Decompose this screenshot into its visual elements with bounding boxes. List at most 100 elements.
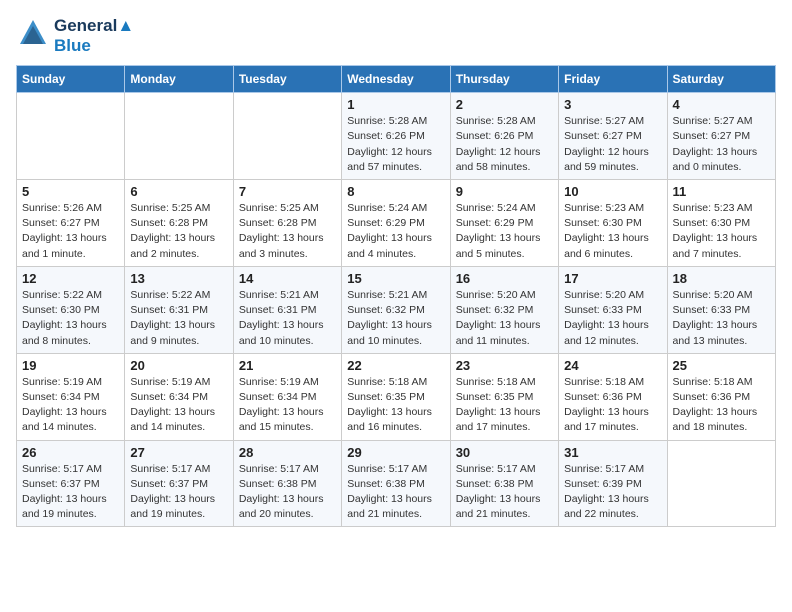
day-number: 31 [564,445,661,460]
day-info: Sunrise: 5:19 AMSunset: 6:34 PMDaylight:… [239,375,336,436]
week-row-3: 12Sunrise: 5:22 AMSunset: 6:30 PMDayligh… [17,266,776,353]
day-info: Sunrise: 5:17 AMSunset: 6:38 PMDaylight:… [239,462,336,523]
day-cell: 16 Sunrise: 5:20 AMSunset: 6:32 PMDayligh… [450,266,558,353]
day-number: 12 [22,271,119,286]
day-number: 14 [239,271,336,286]
day-cell: 2Sunrise: 5:28 AMSunset: 6:26 PMDaylight… [450,93,558,180]
day-info: Sunrise: 5:21 AMSunset: 6:32 PMDaylight:… [347,288,444,349]
day-number: 5 [22,184,119,199]
header-cell-tuesday: Tuesday [233,66,341,93]
header-cell-sunday: Sunday [17,66,125,93]
day-number: 16 [456,271,553,286]
day-info: Sunrise: 5:27 AMSunset: 6:27 PMDaylight:… [564,114,661,175]
week-row-5: 26Sunrise: 5:17 AMSunset: 6:37 PMDayligh… [17,440,776,527]
day-cell: 10Sunrise: 5:23 AMSunset: 6:30 PMDayligh… [559,179,667,266]
week-row-1: 1 Sunrise: 5:28 AMSunset: 6:26 PMDaylight… [17,93,776,180]
day-info: Sunrise: 5:17 AMSunset: 6:38 PMDaylight:… [456,462,553,523]
page-header: General▲ Blue [16,16,776,55]
day-info: Sunrise: 5:18 AMSunset: 6:36 PMDaylight:… [673,375,770,436]
day-cell: 28 Sunrise: 5:17 AMSunset: 6:38 PMDayligh… [233,440,341,527]
day-cell: 27Sunrise: 5:17 AMSunset: 6:37 PMDayligh… [125,440,233,527]
header-cell-friday: Friday [559,66,667,93]
day-info: Sunrise: 5:26 AMSunset: 6:27 PMDaylight:… [22,201,119,262]
day-cell [17,93,125,180]
day-info: Sunrise: 5:20 AMSunset: 6:33 PMDaylight:… [564,288,661,349]
day-cell: 24 Sunrise: 5:18 AMSunset: 6:36 PMDayligh… [559,353,667,440]
header-cell-wednesday: Wednesday [342,66,450,93]
day-cell [233,93,341,180]
day-cell: 22 Sunrise: 5:18 AMSunset: 6:35 PMDayligh… [342,353,450,440]
day-cell: 8Sunrise: 5:24 AMSunset: 6:29 PMDaylight… [342,179,450,266]
day-number: 11 [673,184,770,199]
day-number: 10 [564,184,661,199]
day-info: Sunrise: 5:24 AMSunset: 6:29 PMDaylight:… [456,201,553,262]
day-info: Sunrise: 5:23 AMSunset: 6:30 PMDaylight:… [673,201,770,262]
day-cell [125,93,233,180]
day-number: 3 [564,97,661,112]
day-info: Sunrise: 5:24 AMSunset: 6:29 PMDaylight:… [347,201,444,262]
day-info: Sunrise: 5:18 AMSunset: 6:35 PMDaylight:… [456,375,553,436]
day-number: 28 [239,445,336,460]
day-number: 9 [456,184,553,199]
day-cell: 23 Sunrise: 5:18 AMSunset: 6:35 PMDayligh… [450,353,558,440]
day-cell: 1 Sunrise: 5:28 AMSunset: 6:26 PMDaylight… [342,93,450,180]
week-row-4: 19Sunrise: 5:19 AMSunset: 6:34 PMDayligh… [17,353,776,440]
day-number: 1 [347,97,444,112]
day-cell: 17Sunrise: 5:20 AMSunset: 6:33 PMDayligh… [559,266,667,353]
day-cell: 18Sunrise: 5:20 AMSunset: 6:33 PMDayligh… [667,266,775,353]
logo: General▲ Blue [16,16,134,55]
day-number: 13 [130,271,227,286]
header-cell-thursday: Thursday [450,66,558,93]
day-cell: 12Sunrise: 5:22 AMSunset: 6:30 PMDayligh… [17,266,125,353]
day-number: 18 [673,271,770,286]
day-info: Sunrise: 5:25 AMSunset: 6:28 PMDaylight:… [239,201,336,262]
day-number: 7 [239,184,336,199]
day-number: 26 [22,445,119,460]
calendar-table: SundayMondayTuesdayWednesdayThursdayFrid… [16,65,776,527]
day-cell: 25 Sunrise: 5:18 AMSunset: 6:36 PMDayligh… [667,353,775,440]
day-number: 23 [456,358,553,373]
day-cell: 3 Sunrise: 5:27 AMSunset: 6:27 PMDaylight… [559,93,667,180]
day-info: Sunrise: 5:28 AMSunset: 6:26 PMDaylight:… [347,114,444,175]
day-info: Sunrise: 5:19 AMSunset: 6:34 PMDaylight:… [130,375,227,436]
day-number: 20 [130,358,227,373]
day-number: 25 [673,358,770,373]
day-cell [667,440,775,527]
day-cell: 14 Sunrise: 5:21 AMSunset: 6:31 PMDayligh… [233,266,341,353]
day-info: Sunrise: 5:18 AMSunset: 6:36 PMDaylight:… [564,375,661,436]
header-cell-monday: Monday [125,66,233,93]
day-cell: 19Sunrise: 5:19 AMSunset: 6:34 PMDayligh… [17,353,125,440]
day-cell: 26Sunrise: 5:17 AMSunset: 6:37 PMDayligh… [17,440,125,527]
header-cell-saturday: Saturday [667,66,775,93]
logo-line1: General▲ [54,16,134,36]
day-number: 24 [564,358,661,373]
day-cell: 30 Sunrise: 5:17 AMSunset: 6:38 PMDayligh… [450,440,558,527]
day-number: 30 [456,445,553,460]
day-cell: 20 Sunrise: 5:19 AMSunset: 6:34 PMDayligh… [125,353,233,440]
day-cell: 13 Sunrise: 5:22 AMSunset: 6:31 PMDayligh… [125,266,233,353]
day-cell: 4Sunrise: 5:27 AMSunset: 6:27 PMDaylight… [667,93,775,180]
day-info: Sunrise: 5:21 AMSunset: 6:31 PMDaylight:… [239,288,336,349]
day-cell: 31Sunrise: 5:17 AMSunset: 6:39 PMDayligh… [559,440,667,527]
day-info: Sunrise: 5:18 AMSunset: 6:35 PMDaylight:… [347,375,444,436]
day-info: Sunrise: 5:22 AMSunset: 6:31 PMDaylight:… [130,288,227,349]
logo-line2: Blue [54,36,134,56]
day-cell: 29 Sunrise: 5:17 AMSunset: 6:38 PMDayligh… [342,440,450,527]
day-cell: 7 Sunrise: 5:25 AMSunset: 6:28 PMDaylight… [233,179,341,266]
day-number: 4 [673,97,770,112]
day-info: Sunrise: 5:19 AMSunset: 6:34 PMDaylight:… [22,375,119,436]
day-number: 22 [347,358,444,373]
day-cell: 5 Sunrise: 5:26 AMSunset: 6:27 PMDaylight… [17,179,125,266]
week-row-2: 5 Sunrise: 5:26 AMSunset: 6:27 PMDaylight… [17,179,776,266]
day-number: 6 [130,184,227,199]
day-number: 27 [130,445,227,460]
day-info: Sunrise: 5:25 AMSunset: 6:28 PMDaylight:… [130,201,227,262]
day-cell: 21Sunrise: 5:19 AMSunset: 6:34 PMDayligh… [233,353,341,440]
day-info: Sunrise: 5:20 AMSunset: 6:32 PMDaylight:… [456,288,553,349]
day-number: 15 [347,271,444,286]
day-info: Sunrise: 5:17 AMSunset: 6:38 PMDaylight:… [347,462,444,523]
day-cell: 11 Sunrise: 5:23 AMSunset: 6:30 PMDayligh… [667,179,775,266]
day-cell: 15 Sunrise: 5:21 AMSunset: 6:32 PMDayligh… [342,266,450,353]
day-info: Sunrise: 5:28 AMSunset: 6:26 PMDaylight:… [456,114,553,175]
day-number: 29 [347,445,444,460]
